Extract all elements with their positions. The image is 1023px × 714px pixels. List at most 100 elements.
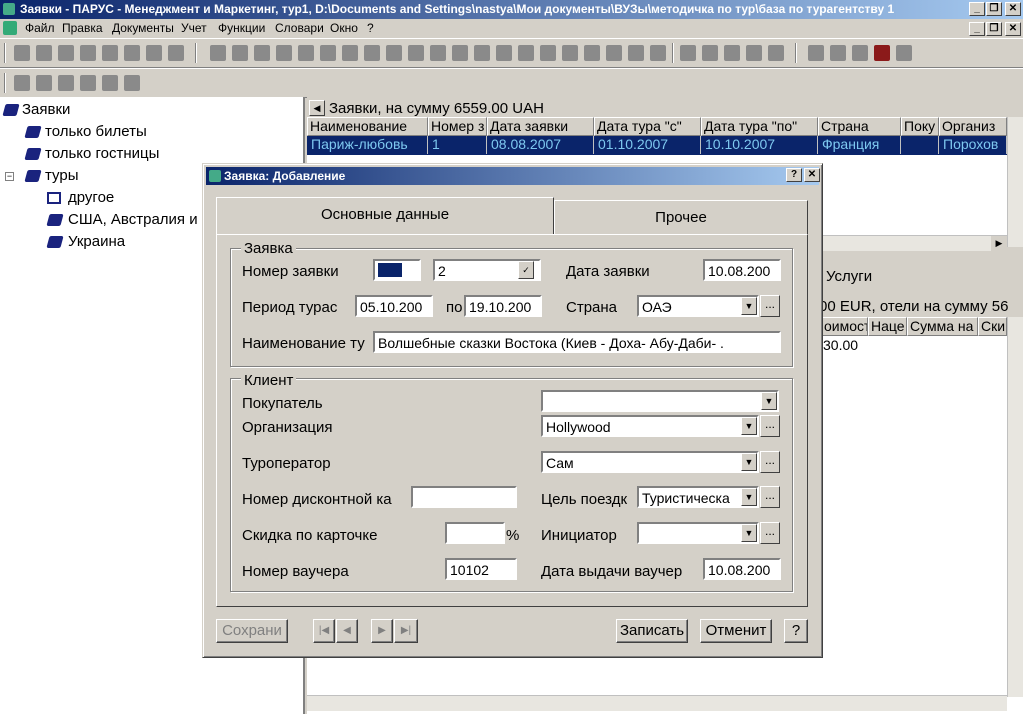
- period-to-field[interactable]: 19.10.200: [464, 295, 542, 317]
- column-header[interactable]: Поку: [901, 117, 939, 136]
- column-header[interactable]: Дата тура "с": [594, 117, 701, 136]
- collapse-arrow-button[interactable]: ◀: [309, 100, 325, 116]
- tree-item-other[interactable]: другое: [68, 189, 114, 206]
- tool-icon-4[interactable]: [276, 45, 292, 61]
- tool-icon-24[interactable]: [724, 45, 740, 61]
- restore-button[interactable]: ❐: [986, 2, 1002, 16]
- purpose-browse-button[interactable]: ...: [760, 486, 780, 508]
- color-indicator[interactable]: [373, 259, 421, 281]
- prev-record-button[interactable]: ◀: [336, 619, 358, 643]
- menu-file[interactable]: Файл: [25, 21, 55, 35]
- column-header[interactable]: Страна: [818, 117, 901, 136]
- mdi-restore-button[interactable]: ❐: [986, 22, 1002, 36]
- tool-icon-10[interactable]: [408, 45, 424, 61]
- tool2-icon-1[interactable]: [14, 75, 30, 91]
- initiator-dropdown-button[interactable]: ▼: [741, 524, 757, 542]
- tree-item-ukraine[interactable]: Украина: [68, 233, 125, 250]
- tool2-icon-2[interactable]: [36, 75, 52, 91]
- filter-icon[interactable]: [102, 45, 118, 61]
- tool-icon-20[interactable]: [628, 45, 644, 61]
- country-browse-button[interactable]: ...: [760, 295, 780, 317]
- tool2-icon-4[interactable]: [80, 75, 96, 91]
- initiator-browse-button[interactable]: ...: [760, 522, 780, 544]
- minimize-button[interactable]: _: [969, 2, 985, 16]
- tool-icon-8[interactable]: [364, 45, 380, 61]
- org-browse-button[interactable]: ...: [760, 415, 780, 437]
- folder-icon[interactable]: [852, 45, 868, 61]
- tree-item-requests[interactable]: Заявки: [22, 101, 70, 118]
- tool-icon-14[interactable]: [496, 45, 512, 61]
- print-icon[interactable]: [146, 45, 162, 61]
- menu-accounting[interactable]: Учет: [181, 21, 207, 35]
- vertical-scrollbar[interactable]: [1007, 117, 1023, 247]
- find-icon[interactable]: [124, 45, 140, 61]
- column-header[interactable]: Сумма на: [907, 317, 978, 336]
- number-confirm-button[interactable]: ✓: [518, 261, 534, 279]
- help-button[interactable]: ?: [784, 619, 808, 643]
- tool-icon-12[interactable]: [452, 45, 468, 61]
- dialog-help-button[interactable]: ?: [786, 168, 802, 182]
- menu-window[interactable]: Окно: [330, 21, 358, 35]
- org-select[interactable]: Hollywood: [541, 415, 759, 437]
- tool-icon-6[interactable]: [320, 45, 336, 61]
- menu-edit[interactable]: Правка: [62, 21, 103, 35]
- save-button[interactable]: Сохрани: [216, 619, 288, 643]
- copy-icon[interactable]: [36, 45, 52, 61]
- column-header[interactable]: Дата заявки: [487, 117, 594, 136]
- next-record-button[interactable]: ▶: [371, 619, 393, 643]
- operator-dropdown-button[interactable]: ▼: [741, 453, 757, 471]
- tree-item-tours[interactable]: туры: [45, 167, 79, 184]
- menu-documents[interactable]: Документы: [112, 21, 174, 35]
- write-button[interactable]: Записать: [616, 619, 688, 643]
- tool-icon-1[interactable]: [210, 45, 226, 61]
- tab-main-data[interactable]: Основные данные: [216, 197, 554, 235]
- tool2-icon-3[interactable]: [58, 75, 74, 91]
- user-icon[interactable]: [874, 45, 890, 61]
- buyer-dropdown-button[interactable]: ▼: [761, 392, 777, 410]
- tool-icon-11[interactable]: [430, 45, 446, 61]
- tool-icon-7[interactable]: [342, 45, 358, 61]
- collapse-icon[interactable]: −: [5, 172, 14, 181]
- buyer-select[interactable]: [541, 390, 779, 412]
- mdi-close-button[interactable]: ✕: [1005, 22, 1021, 36]
- dialog-close-button[interactable]: ✕: [804, 168, 820, 182]
- exit-icon[interactable]: [896, 45, 912, 61]
- country-dropdown-button[interactable]: ▼: [741, 297, 757, 315]
- menu-dictionaries[interactable]: Словари: [275, 21, 324, 35]
- tree-item-tickets[interactable]: только билеты: [45, 123, 147, 140]
- services-horizontal-scrollbar[interactable]: [307, 695, 1007, 711]
- tool-icon-15[interactable]: [518, 45, 534, 61]
- tab-other[interactable]: Прочее: [554, 200, 808, 235]
- operator-browse-button[interactable]: ...: [760, 451, 780, 473]
- purpose-dropdown-button[interactable]: ▼: [741, 488, 757, 506]
- period-from-field[interactable]: 05.10.200: [355, 295, 433, 317]
- column-header[interactable]: Наце: [868, 317, 907, 336]
- tool-icon-19[interactable]: [606, 45, 622, 61]
- tool2-icon-5[interactable]: [102, 75, 118, 91]
- clock-icon[interactable]: [540, 45, 556, 61]
- tool-icon-23[interactable]: [702, 45, 718, 61]
- delete-icon[interactable]: [80, 45, 96, 61]
- cancel-button[interactable]: Отменит: [700, 619, 772, 643]
- table-row[interactable]: Париж-любовь 1 08.08.2007 01.10.2007 10.…: [307, 136, 1007, 155]
- column-header[interactable]: Наименование: [307, 117, 428, 136]
- column-header[interactable]: Ски: [978, 317, 1007, 336]
- tool-icon-28[interactable]: [830, 45, 846, 61]
- org-dropdown-button[interactable]: ▼: [741, 417, 757, 435]
- mdi-minimize-button[interactable]: _: [969, 22, 985, 36]
- scroll-right-arrow[interactable]: ▶: [991, 236, 1007, 251]
- tool-icon-25[interactable]: [746, 45, 762, 61]
- tool-icon-13[interactable]: [474, 45, 490, 61]
- column-header[interactable]: Дата тура "по": [701, 117, 818, 136]
- tree-item-hotels[interactable]: только гостницы: [45, 145, 159, 162]
- column-header[interactable]: Номер з: [428, 117, 487, 136]
- column-header[interactable]: Организ: [939, 117, 1007, 136]
- tool-icon-3[interactable]: [254, 45, 270, 61]
- calculator-icon[interactable]: [650, 45, 666, 61]
- card-number-field[interactable]: [411, 486, 517, 508]
- tool2-icon-6[interactable]: [124, 75, 140, 91]
- last-record-button[interactable]: ▶|: [394, 619, 418, 643]
- operator-select[interactable]: Сам: [541, 451, 759, 473]
- tool-icon-22[interactable]: [680, 45, 696, 61]
- edit-icon[interactable]: [58, 45, 74, 61]
